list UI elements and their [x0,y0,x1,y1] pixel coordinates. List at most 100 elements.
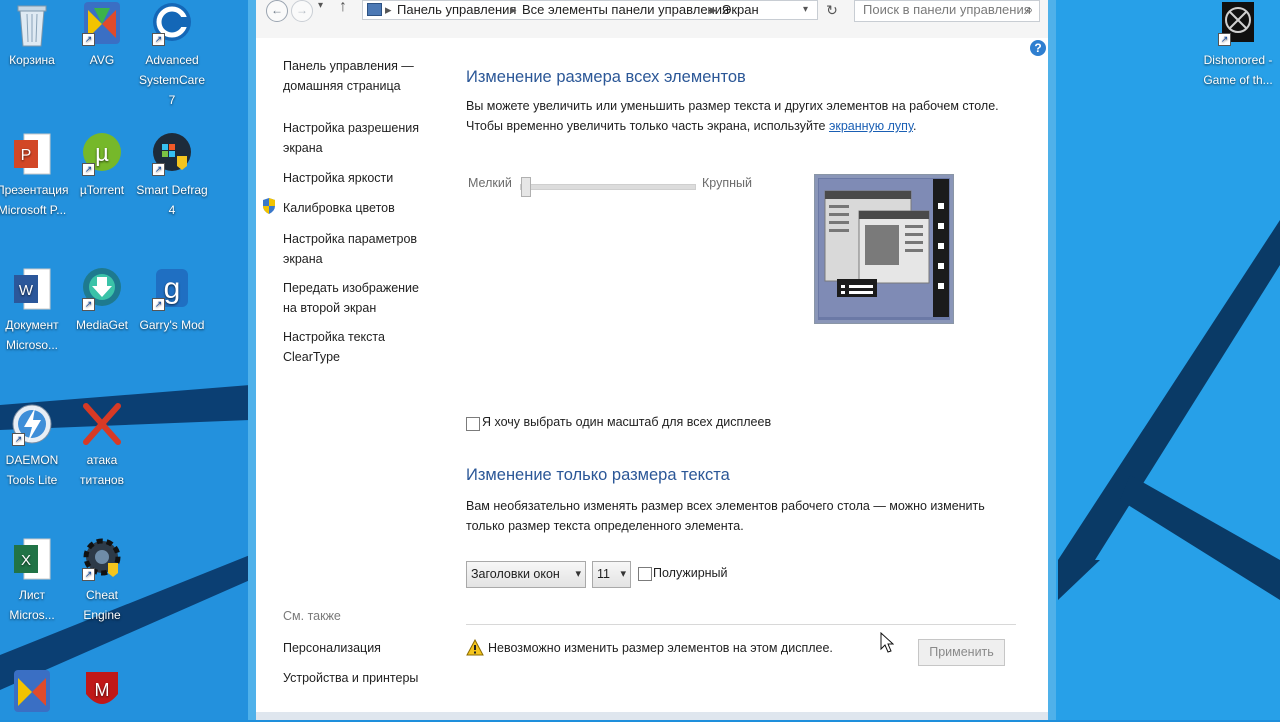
address-history-dropdown-icon[interactable]: ▾ [803,1,808,19]
warning-message: Невозможно изменить размер элементов на … [488,641,833,655]
refresh-button[interactable]: ↻ [822,0,842,20]
control-panel-icon [367,3,382,16]
desktop-icon-advanced-systemcare[interactable]: ↗ Advanced SystemCare 7 [136,0,208,110]
sidebar-link-second-screen[interactable]: Передать изображение на второй экран [283,278,433,318]
up-button[interactable]: ↑ [339,0,347,16]
see-also-heading: См. также [283,609,341,623]
one-scale-checkbox[interactable] [466,417,480,431]
recycle-bin-icon [10,0,54,48]
slider-min-label: Мелкий [468,176,512,190]
resize-all-desc-text: Вы можете увеличить или уменьшить размер… [466,99,999,133]
search-icon: ⌕ [1025,2,1033,17]
shortcut-arrow-icon: ↗ [152,298,165,311]
desktop-icon-label: Cheat Engine [83,588,121,622]
slider-thumb[interactable] [521,177,531,197]
desktop-icon-daemon-tools[interactable]: ↗ DAEMON Tools Lite [0,400,68,490]
desktop-icon-mediaget[interactable]: ↗ MediaGet [66,265,138,335]
svg-text:P: P [21,147,32,164]
desktop-icon-dishonored[interactable]: ↗ Dishonored - Game of th... [1202,0,1274,90]
bold-checkbox[interactable] [638,567,652,581]
element-select[interactable]: Заголовки окон ▾ [466,561,586,588]
sidebar-link-color-calibration[interactable]: Калибровка цветов [283,198,433,218]
desktop-icon-attack-on-titan[interactable]: атака титанов [66,400,138,490]
bold-checkbox-label: Полужирный [653,566,728,580]
magnifier-link[interactable]: экранную лупу [829,119,913,133]
sidebar-link-devices-printers[interactable]: Устройства и принтеры [283,668,433,688]
garrys-mod-icon: g ↗ [150,265,194,313]
powerpoint-icon: P [10,130,54,178]
element-select-value: Заголовки окон [471,567,560,581]
desktop-icon-label: Презентация Microsoft P... [0,183,69,217]
cheat-engine-gear-icon: ↗ [80,535,124,583]
resize-text-heading: Изменение только размера текста [466,466,730,484]
help-icon[interactable]: ? [1030,40,1046,56]
window-bottom-edge [256,712,1048,720]
breadcrumb-separator-icon: ▸ [385,2,392,17]
sidebar-link-personalization[interactable]: Персонализация [283,638,433,658]
daemon-tools-icon: ↗ [10,400,54,448]
desktop-icon-label: Dishonored - Game of th... [1203,53,1273,87]
back-button[interactable]: ← [266,0,288,22]
font-size-select[interactable]: 11 ▾ [592,561,631,588]
shortcut-arrow-icon: ↗ [152,33,165,46]
breadcrumb-display[interactable]: Экран [722,1,759,19]
sidebar-link-cleartype[interactable]: Настройка текста ClearType [283,327,433,367]
svg-text:W: W [19,282,34,299]
desktop-icon-garrys-mod[interactable]: g ↗ Garry's Mod [136,265,208,335]
size-slider[interactable] [520,177,696,197]
desktop-icon-recycle-bin[interactable]: Корзина [0,0,68,70]
search-input[interactable]: Поиск в панели управления ⌕ [854,0,1040,22]
arrow-left-icon: ← [271,3,283,17]
desktop-icon-avg[interactable]: ↗ AVG [66,0,138,70]
shortcut-arrow-icon: ↗ [152,163,165,176]
recent-locations-dropdown[interactable]: ▾ [318,0,323,11]
desktop-icon-label: µTorrent [79,183,125,197]
desktop-icon-word[interactable]: W Документ Microso... [0,265,68,355]
desktop-icon-excel[interactable]: X Лист Micros... [0,535,68,625]
shortcut-arrow-icon: ↗ [82,33,95,46]
desktop-icon-label: Smart Defrag 4 [136,183,208,217]
shortcut-arrow-icon: ↗ [82,568,95,581]
apply-button[interactable]: Применить [918,639,1005,666]
svg-text:g: g [164,272,181,305]
svg-text:M: M [95,680,110,700]
arrow-right-icon: → [296,3,308,17]
forward-button[interactable]: → [291,0,313,22]
desktop-icon-label: Корзина [9,53,55,67]
breadcrumb-control-panel[interactable]: Панель управления [397,1,516,19]
sidebar-link-brightness[interactable]: Настройка яркости [283,168,433,188]
desktop-icon-label: DAEMON Tools Lite [5,453,59,487]
address-field[interactable]: ▸ Панель управления ▸ Все элементы панел… [362,0,818,20]
crossed-swords-icon [80,400,124,448]
resize-all-desc-end: . [912,119,917,133]
sidebar-link-resolution[interactable]: Настройка разрешения экрана [283,118,433,158]
breadcrumb-all-items[interactable]: Все элементы панели управления [522,1,729,19]
breadcrumb-separator-icon: ▸ [510,2,517,17]
divider [466,624,1016,625]
avg-icon: ↗ [80,0,124,48]
resize-text-description: Вам необязательно изменять размер всех э… [466,499,985,533]
chevron-down-icon: ▾ [575,568,581,580]
advanced-systemcare-icon: ↗ [150,0,194,48]
desktop-icon-mcafee-partial[interactable]: M [66,668,138,718]
svg-text:X: X [21,552,31,569]
help-glyph: ? [1034,41,1042,55]
resize-all-heading: Изменение размера всех элементов [466,68,746,86]
desktop-icon-label: MediaGet [75,318,129,332]
desktop-icon-utorrent[interactable]: µ ↗ µTorrent [66,130,138,200]
desktop-icon-powerpoint[interactable]: P Презентация Microsoft P... [0,130,69,220]
desktop-icon-label: Лист Micros... [9,588,55,622]
desktop-icon-smart-defrag[interactable]: ↗ Smart Defrag 4 [136,130,208,220]
sidebar-link-home[interactable]: Панель управления — домашняя страница [283,56,433,96]
svg-text:µ: µ [95,140,109,167]
sidebar-link-display-settings[interactable]: Настройка параметров экрана [283,229,433,269]
resize-all-description: Вы можете увеличить или уменьшить размер… [466,96,1026,136]
utorrent-icon: µ ↗ [80,130,124,178]
content-area: ? Панель управления — домашняя страница … [256,38,1048,712]
desktop-icon-avg-partial[interactable] [0,668,68,718]
one-scale-checkbox-label: Я хочу выбрать один масштаб для всех дис… [482,415,772,429]
mediaget-icon: ↗ [80,265,124,313]
dishonored-icon: ↗ [1216,0,1260,48]
desktop-icon-label: AVG [89,53,115,67]
desktop-icon-cheat-engine[interactable]: ↗ Cheat Engine [66,535,138,625]
